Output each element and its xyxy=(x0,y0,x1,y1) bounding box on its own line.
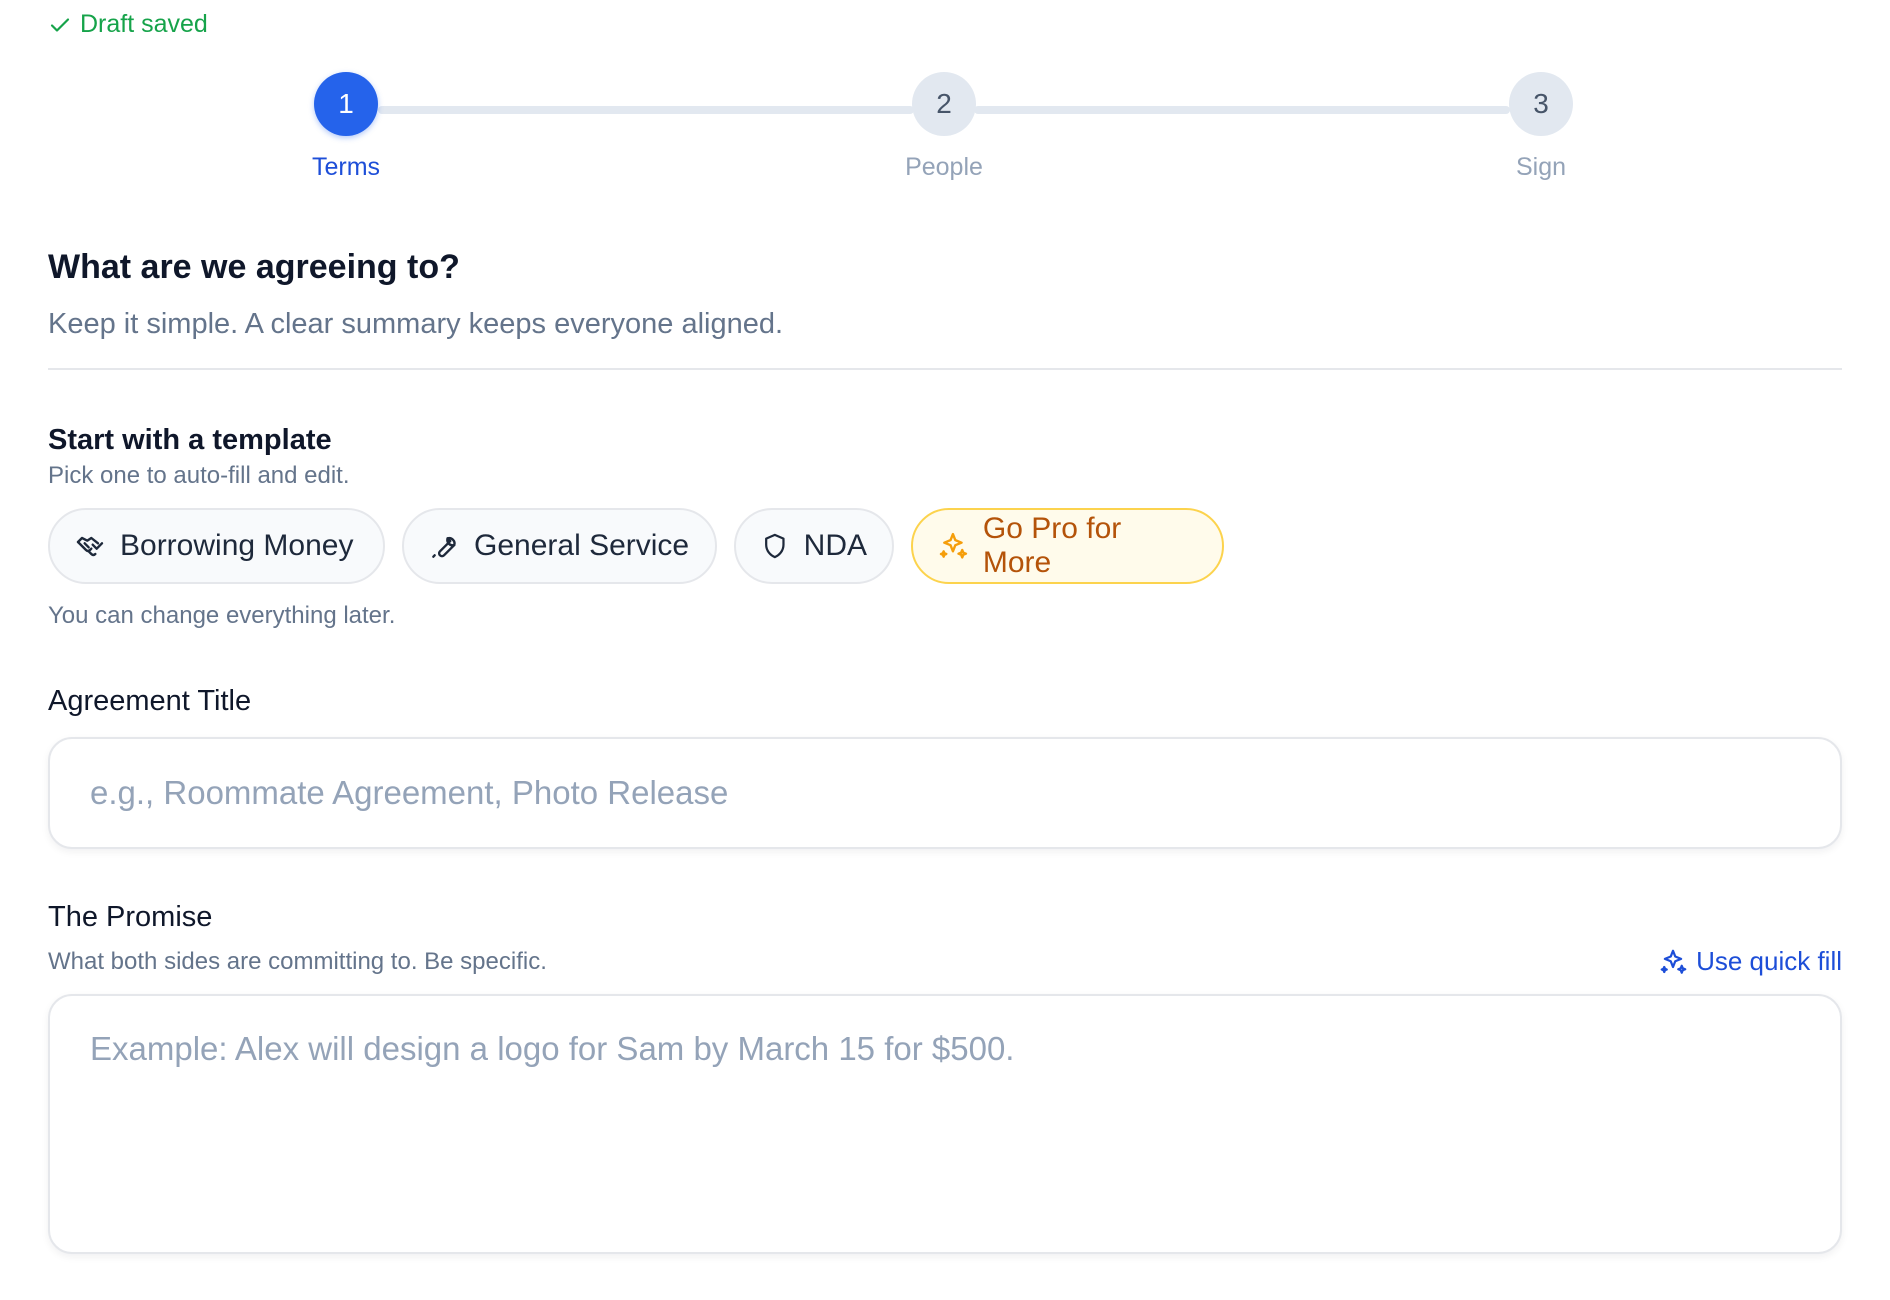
step-number: 1 xyxy=(314,72,378,136)
page-subtitle: Keep it simple. A clear summary keeps ev… xyxy=(48,308,784,340)
divider xyxy=(48,368,1842,370)
agreement-title-label: Agreement Title xyxy=(48,685,252,717)
promise-subtitle: What both sides are committing to. Be sp… xyxy=(48,948,547,975)
step-number: 2 xyxy=(912,72,976,136)
chip-label: NDA xyxy=(803,529,867,562)
check-icon xyxy=(50,17,70,32)
promise-textarea[interactable] xyxy=(48,994,1842,1254)
draft-status-text: Draft saved xyxy=(80,10,208,38)
template-chip-list: Borrowing Money General Service NDA Go P… xyxy=(48,508,1224,584)
quick-fill-button[interactable]: Use quick fill xyxy=(1658,946,1842,977)
progress-stepper: 1 Terms 2 People 3 Sign xyxy=(0,72,1890,192)
promise-label: The Promise xyxy=(48,901,213,933)
step-label: People xyxy=(905,153,983,181)
go-pro-chip[interactable]: Go Pro for More xyxy=(911,508,1224,584)
chip-label: Borrowing Money xyxy=(120,529,354,562)
agreement-wizard-page: Draft saved 1 Terms 2 People 3 Sign What… xyxy=(0,0,1890,1300)
sparkles-icon xyxy=(1660,949,1687,974)
page-title: What are we agreeing to? xyxy=(48,248,460,286)
step-terms[interactable]: 1 Terms xyxy=(246,72,446,182)
step-label: Sign xyxy=(1515,153,1567,181)
template-help-text: You can change everything later. xyxy=(48,602,396,629)
chip-label: Go Pro for More xyxy=(982,512,1122,579)
handshake-icon xyxy=(76,536,104,557)
draft-status: Draft saved xyxy=(48,10,208,39)
template-section-subtitle: Pick one to auto-fill and edit. xyxy=(48,462,350,489)
step-label: Terms xyxy=(311,153,381,181)
step-people[interactable]: 2 People xyxy=(844,72,1044,182)
template-section-title: Start with a template xyxy=(48,424,332,456)
quick-fill-label: Use quick fill xyxy=(1696,946,1842,976)
step-connector xyxy=(378,106,914,114)
template-chip-borrowing-money[interactable]: Borrowing Money xyxy=(48,508,385,584)
chip-label: General Service xyxy=(474,529,690,562)
step-number: 3 xyxy=(1509,72,1573,136)
wrench-icon xyxy=(432,536,456,558)
template-chip-general-service[interactable]: General Service xyxy=(402,508,717,584)
step-sign[interactable]: 3 Sign xyxy=(1441,72,1641,182)
template-chip-nda[interactable]: NDA xyxy=(734,508,894,584)
shield-icon xyxy=(765,533,785,559)
agreement-title-input[interactable] xyxy=(48,737,1842,849)
sparkles-icon xyxy=(939,532,968,559)
step-connector xyxy=(974,106,1510,114)
